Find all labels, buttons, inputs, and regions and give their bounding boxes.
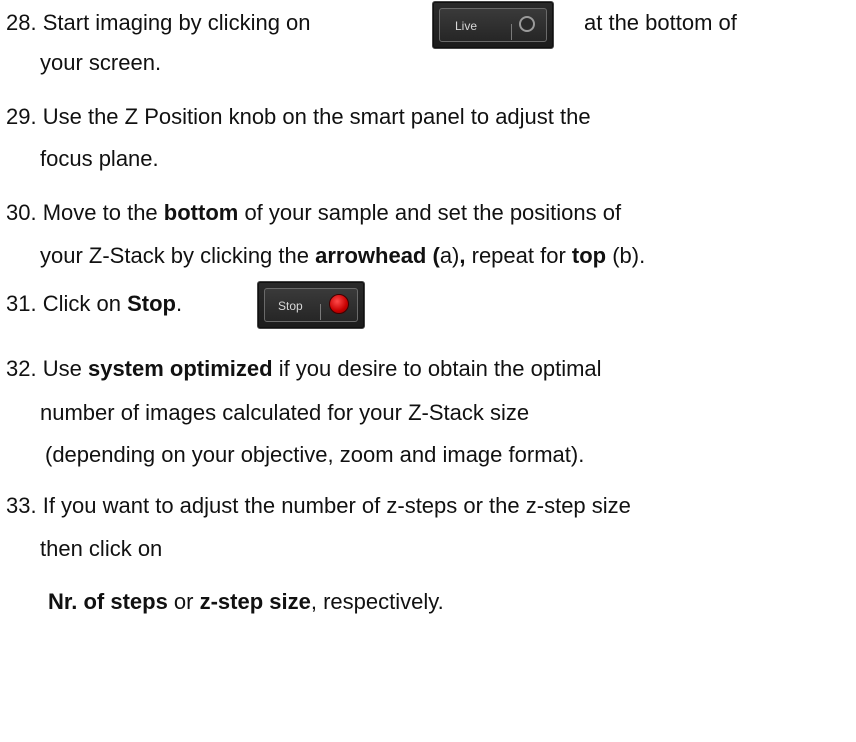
step-number: 31. — [6, 291, 37, 316]
step-text: Use the Z Position knob on the smart pan… — [42, 104, 591, 129]
step-33-line-3: Nr. of steps or z-step size, respectivel… — [48, 589, 444, 615]
live-button-label: Live — [455, 19, 478, 33]
step-28-line-1: 28. Start imaging by clicking on — [6, 10, 311, 36]
stop-indicator-icon — [329, 294, 349, 314]
step-text: Start imaging by clicking on — [42, 10, 311, 35]
step-text: a) — [439, 243, 460, 268]
step-29-line-1: 29. Use the Z Position knob on the smart… — [6, 104, 591, 130]
step-text-bold: top — [571, 243, 607, 268]
step-33-line-1: 33. If you want to adjust the number of … — [6, 493, 631, 519]
step-text-bold: system optimized — [87, 356, 273, 381]
step-30-line-1: 30. Move to the bottom of your sample an… — [6, 200, 621, 226]
step-text-bold: Nr. of steps — [48, 589, 168, 614]
step-number: 33. — [6, 493, 37, 518]
step-text: (b). — [606, 243, 646, 268]
step-text-bold: arrowhead ( — [315, 243, 440, 268]
step-32-line-1: 32. Use system optimized if you desire t… — [6, 356, 602, 382]
step-text: . — [175, 291, 183, 316]
live-indicator-icon — [519, 16, 535, 32]
step-text: , respectively. — [310, 589, 444, 614]
step-number: 32. — [6, 356, 37, 381]
step-number: 28. — [6, 10, 37, 35]
step-text: If you want to adjust the number of z-st… — [42, 493, 631, 518]
step-number: 29. — [6, 104, 37, 129]
step-32-line-2: number of images calculated for your Z-S… — [40, 400, 530, 425]
step-28-line-1-end: at the bottom of — [584, 10, 737, 35]
step-30-line-2: your Z-Stack by clicking the arrowhead (… — [40, 243, 645, 269]
step-text: of your sample and set the positions of — [238, 200, 622, 225]
step-29-line-2: focus plane. — [40, 146, 159, 171]
step-33-line-2: then click on — [40, 536, 163, 561]
step-31-line-1: 31. Click on Stop. — [6, 291, 182, 317]
step-text: if you desire to obtain the optimal — [272, 356, 602, 381]
step-text-bold: bottom — [163, 200, 239, 225]
stop-button-label: Stop — [278, 299, 303, 313]
stop-button[interactable]: Stop — [257, 281, 365, 329]
stop-button-divider — [320, 304, 321, 320]
step-text: your Z-Stack by clicking the — [40, 243, 316, 268]
live-button-divider — [511, 24, 512, 40]
step-text: Use — [42, 356, 88, 381]
step-number: 30. — [6, 200, 37, 225]
step-text: Click on — [42, 291, 128, 316]
live-button[interactable]: Live — [432, 1, 554, 49]
step-text: or — [167, 589, 200, 614]
step-32-line-3: (depending on your objective, zoom and i… — [45, 442, 585, 467]
step-text-bold: z-step size — [199, 589, 311, 614]
step-text: Move to the — [42, 200, 164, 225]
step-text-bold: Stop — [127, 291, 176, 316]
step-text: repeat for — [465, 243, 572, 268]
step-28-line-2: your screen. — [40, 50, 162, 75]
